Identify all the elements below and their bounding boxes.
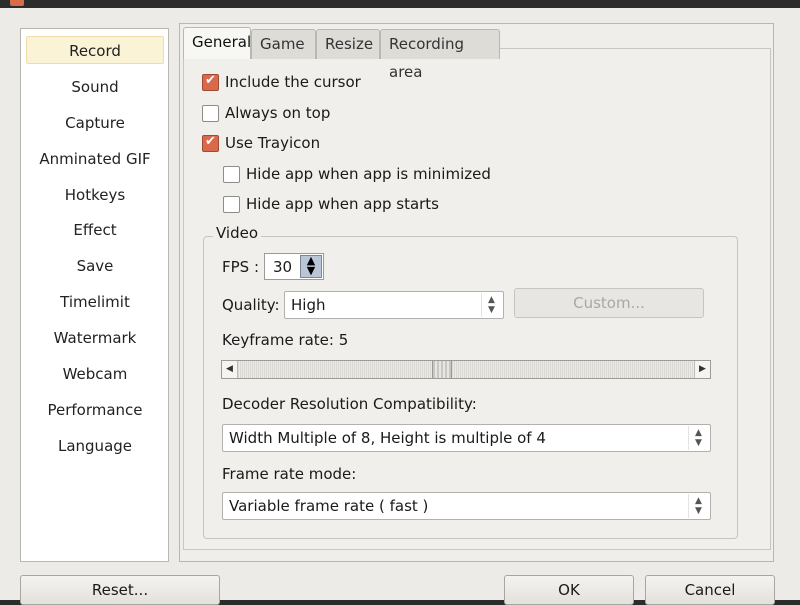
sidebar-item-animated-gif[interactable]: Anminated GIF xyxy=(26,144,164,172)
use-trayicon-checkbox[interactable] xyxy=(202,134,219,152)
sidebar-item-webcam[interactable]: Webcam xyxy=(26,359,164,387)
hide-starts-checkbox[interactable] xyxy=(223,195,240,213)
sidebar-item-language[interactable]: Language xyxy=(26,431,164,459)
tab-game[interactable]: Game xyxy=(251,29,316,59)
sidebar-item-record[interactable]: Record xyxy=(26,36,164,64)
cancel-button[interactable]: Cancel xyxy=(645,575,775,605)
include-cursor-label: Include the cursor xyxy=(225,73,361,91)
frame-rate-mode-select[interactable]: Variable frame rate ( fast ) ▲ ▼ xyxy=(222,492,711,520)
custom-button[interactable]: Custom... xyxy=(514,288,704,318)
quality-label: Quality: xyxy=(222,296,280,314)
fps-spin-arrows-icon[interactable]: ▲ ▼ xyxy=(300,255,322,278)
always-on-top-label: Always on top xyxy=(225,104,331,122)
use-trayicon-option[interactable]: Use Trayicon xyxy=(202,132,320,154)
fps-value: 30 xyxy=(273,258,293,276)
hide-starts-label: Hide app when app starts xyxy=(246,195,440,213)
quality-value: High xyxy=(291,296,326,314)
always-on-top-checkbox[interactable] xyxy=(202,104,219,122)
sidebar-item-hotkeys[interactable]: Hotkeys xyxy=(26,180,164,208)
sidebar-item-capture[interactable]: Capture xyxy=(26,108,164,136)
fps-label: FPS : xyxy=(222,258,260,276)
chevron-updown-icon: ▲ ▼ xyxy=(688,494,708,518)
slider-thumb[interactable] xyxy=(432,361,452,378)
tab-resize[interactable]: Resize xyxy=(316,29,380,59)
sidebar-item-sound[interactable]: Sound xyxy=(26,72,164,100)
chevron-updown-icon: ▲ ▼ xyxy=(688,426,708,450)
decoder-select[interactable]: Width Multiple of 8, Height is multiple … xyxy=(222,424,711,452)
tab-general[interactable]: General xyxy=(183,27,251,59)
hide-starts-option[interactable]: Hide app when app starts xyxy=(223,193,439,215)
frame-rate-mode-value: Variable frame rate ( fast ) xyxy=(229,497,429,515)
slider-right-arrow-icon[interactable]: ▶ xyxy=(694,361,710,378)
frame-rate-mode-label: Frame rate mode: xyxy=(222,465,357,483)
app-icon xyxy=(10,0,24,6)
slider-left-arrow-icon[interactable]: ◀ xyxy=(222,361,238,378)
sidebar-item-save[interactable]: Save xyxy=(26,251,164,279)
hide-minimized-option[interactable]: Hide app when app is minimized xyxy=(223,163,491,185)
title-bar xyxy=(0,0,800,8)
sidebar-item-watermark[interactable]: Watermark xyxy=(26,323,164,351)
always-on-top-option[interactable]: Always on top xyxy=(202,102,330,124)
hide-minimized-checkbox[interactable] xyxy=(223,165,240,183)
quality-select[interactable]: High ▲ ▼ xyxy=(284,291,504,319)
reset-button[interactable]: Reset... xyxy=(20,575,220,605)
tab-recording-area[interactable]: Recording area xyxy=(380,29,500,81)
sidebar-item-performance[interactable]: Performance xyxy=(26,395,164,423)
decoder-value: Width Multiple of 8, Height is multiple … xyxy=(229,429,546,447)
decoder-label: Decoder Resolution Compatibility: xyxy=(222,395,477,413)
keyframe-rate-label: Keyframe rate: 5 xyxy=(222,331,349,349)
sidebar-item-timelimit[interactable]: Timelimit xyxy=(26,287,164,315)
video-group-title: Video xyxy=(213,224,262,242)
include-cursor-option[interactable]: Include the cursor xyxy=(202,71,361,93)
category-sidebar: Record Sound Capture Anminated GIF Hotke… xyxy=(20,28,169,562)
include-cursor-checkbox[interactable] xyxy=(202,73,219,91)
use-trayicon-label: Use Trayicon xyxy=(225,134,321,152)
keyframe-rate-slider[interactable]: ◀ ▶ xyxy=(221,360,711,379)
ok-button[interactable]: OK xyxy=(504,575,634,605)
chevron-updown-icon: ▲ ▼ xyxy=(481,293,501,317)
sidebar-item-effect[interactable]: Effect xyxy=(26,215,164,243)
fps-spinbox[interactable]: 30 ▲ ▼ xyxy=(264,253,324,280)
hide-minimized-label: Hide app when app is minimized xyxy=(246,165,491,183)
